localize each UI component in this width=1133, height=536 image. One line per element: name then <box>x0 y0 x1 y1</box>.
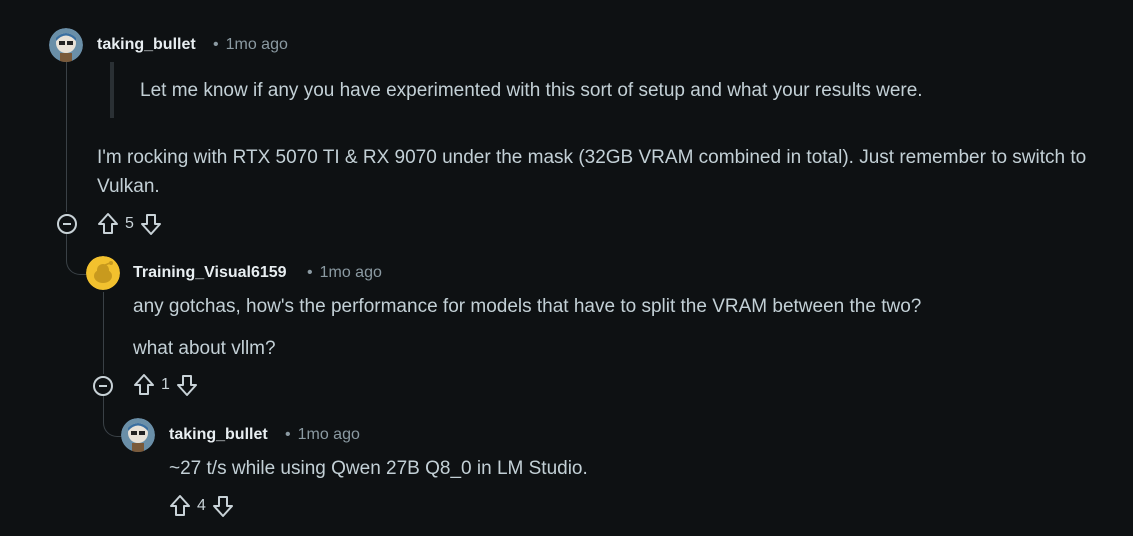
comment-time[interactable]: 1mo ago <box>320 264 382 281</box>
comment-author[interactable]: taking_bullet <box>97 36 196 54</box>
downvote-icon[interactable] <box>176 373 198 397</box>
vote-controls: 5 <box>97 212 162 236</box>
comment-meta: • 1mo ago <box>279 426 360 444</box>
separator: • <box>285 426 291 443</box>
comment-author[interactable]: taking_bullet <box>169 426 268 444</box>
thread-connector <box>103 396 122 437</box>
collapse-thread-button[interactable] <box>57 214 77 234</box>
thread-line <box>103 292 104 374</box>
comment-time[interactable]: 1mo ago <box>226 36 288 53</box>
vote-count: 4 <box>197 497 206 514</box>
upvote-icon[interactable] <box>133 373 155 397</box>
vote-controls: 1 <box>133 373 198 397</box>
downvote-icon[interactable] <box>212 494 234 518</box>
comment-body: ~27 t/s while using Qwen 27B Q8_0 in LM … <box>169 458 588 479</box>
comment-time[interactable]: 1mo ago <box>298 426 360 443</box>
blockquote-text: Let me know if any you have experimented… <box>140 80 923 101</box>
upvote-icon[interactable] <box>169 494 191 518</box>
separator: • <box>213 36 219 53</box>
comment-author[interactable]: Training_Visual6159 <box>133 264 287 282</box>
vote-controls: 4 <box>169 494 234 518</box>
comment-body-line: what about vllm? <box>133 338 276 359</box>
comment-body-line: any gotchas, how's the performance for m… <box>133 296 922 317</box>
avatar[interactable] <box>86 256 120 290</box>
comment-body: I'm rocking with RTX 5070 TI & RX 9070 u… <box>97 147 1087 197</box>
collapse-thread-button[interactable] <box>93 376 113 396</box>
vote-count: 1 <box>161 376 170 393</box>
thread-line <box>66 62 67 212</box>
comment-meta: • 1mo ago <box>301 264 382 282</box>
avatar[interactable] <box>121 418 155 452</box>
separator: • <box>307 264 313 281</box>
downvote-icon[interactable] <box>140 212 162 236</box>
blockquote-bar <box>110 62 114 118</box>
comment-meta: • 1mo ago <box>207 36 288 54</box>
avatar[interactable] <box>49 28 83 62</box>
vote-count: 5 <box>125 215 134 232</box>
upvote-icon[interactable] <box>97 212 119 236</box>
